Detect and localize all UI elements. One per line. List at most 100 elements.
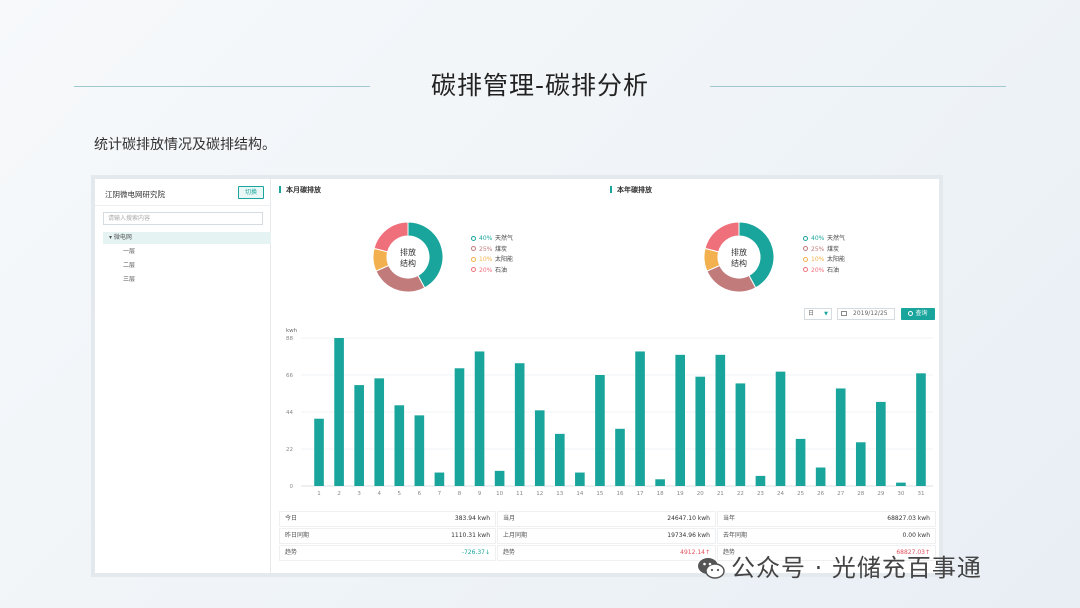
stat-yesterday-same: 昨日同期 1110.31 kwh [279,528,496,544]
legend-dot-icon [471,256,476,262]
year-donut-center-label-1: 排放 [731,247,747,257]
x-tick-label: 8 [458,491,462,496]
y-tick-label: 66 [286,373,293,379]
x-tick-label: 17 [637,491,644,496]
x-tick-label: 12 [536,491,543,496]
bar-day-19 [675,354,686,486]
x-tick-label: 31 [917,491,924,496]
bar-day-4 [374,378,385,486]
x-tick-label: 7 [438,491,442,496]
stat-month: 当月 24647.10 kwh [497,511,716,527]
query-button[interactable]: 查询 [901,308,935,320]
x-tick-label: 15 [596,491,603,496]
slide-subtitle: 统计碳排放情况及碳排结构。 [94,137,276,153]
x-tick-label: 25 [797,491,804,496]
period-select[interactable]: 日 ▼ [804,308,832,320]
switch-button[interactable]: 切换 [238,186,264,199]
bar-day-26 [815,467,826,486]
bar-day-10 [494,470,505,486]
x-tick-label: 26 [817,491,824,496]
month-structure-donut: 排放 结构 [372,221,444,293]
x-tick-label: 24 [777,491,784,496]
tree-item-floor-1[interactable]: 一层 [123,246,135,258]
bar-day-11 [514,363,525,486]
tree-item-root[interactable]: ▾ 微电网 [103,232,271,244]
bar-day-28 [855,442,866,486]
x-tick-label: 13 [556,491,563,496]
legend-dot-icon [471,246,476,251]
x-tick-label: 20 [697,491,704,496]
month-donut-slice-1 [375,264,426,293]
left-divider [95,205,271,206]
period-select-value: 日 [808,310,815,317]
stat-last-year: 去年同期 0.00 kwh [717,528,936,544]
bar-day-22 [735,383,746,486]
x-tick-label: 9 [478,491,482,496]
bar-day-12 [534,410,545,486]
watermark-text: 公众号 · 光储充百事通 [731,554,982,582]
stat-year: 当年 68827.03 kwh [717,511,936,527]
x-tick-label: 18 [657,491,664,496]
x-tick-label: 23 [757,491,764,496]
year-structure-legend: 40% 天然气 25% 煤炭 10% 太阳能 20% 石油 [803,234,845,276]
y-tick-label: 44 [286,410,293,416]
calendar-icon [841,310,847,316]
x-tick-label: 1 [317,491,321,496]
bar-day-18 [655,479,665,486]
bar-day-30 [896,482,906,486]
left-panel: 江阴微电网研究院 切换 请输入搜索内容 ▾ 微电网 一层 二层 三层 [95,179,271,573]
year-structure-donut: 排放 结构 [703,221,775,293]
x-tick-label: 30 [897,491,904,496]
bar-day-31 [916,373,926,486]
date-picker[interactable]: 2019/12/25 [837,308,895,320]
bar-day-17 [635,351,645,486]
bar-day-29 [876,401,886,486]
bar-day-21 [715,354,726,486]
x-tick-label: 10 [496,491,503,496]
query-label: 查询 [915,310,928,317]
x-tick-label: 2 [337,491,341,496]
x-tick-label: 22 [737,491,744,496]
month-donut-center-label-2: 结构 [400,258,416,268]
search-input[interactable]: 请输入搜索内容 [103,212,263,225]
bar-day-8 [454,368,465,486]
tree-item-floor-3[interactable]: 三层 [123,274,135,286]
chevron-down-icon: ▼ [824,311,828,317]
x-tick-label: 14 [576,491,583,496]
legend-dot-icon [803,267,808,272]
x-tick-label: 28 [857,491,864,496]
tree-item-floor-2[interactable]: 二层 [123,260,135,272]
x-tick-label: 21 [717,491,724,496]
legend-item: 10% 太阳能 [471,255,513,266]
slide-title-row: 碳排管理-碳排分析 [74,68,1006,104]
bar-day-24 [775,371,786,486]
watermark: 公众号 · 光储充百事通 [697,548,982,583]
x-tick-label: 4 [377,491,381,496]
x-tick-label: 11 [516,491,523,496]
legend-dot-icon [803,246,808,251]
stat-day-trend: 趋势 -726.37↓ [279,545,496,561]
date-value: 2019/12/25 [853,310,888,317]
legend-item: 40% 天然气 [471,234,513,245]
bar-day-27 [835,388,846,486]
x-tick-label: 16 [617,491,624,496]
stat-last-month: 上月同期 19734.96 kwh [497,528,716,544]
bar-day-16 [615,428,625,486]
legend-dot-icon [471,235,476,241]
legend-item: 25% 煤炭 [471,245,513,256]
y-tick-label: 22 [286,447,293,453]
x-tick-label: 19 [677,491,684,496]
bar-day-2 [334,338,344,486]
wechat-icon [698,558,725,579]
x-tick-label: 27 [837,491,844,496]
bar-day-20 [695,376,706,486]
bar-day-15 [595,375,605,486]
legend-item: 40% 天然气 [803,234,845,245]
legend-dot-icon [803,235,808,241]
bar-day-13 [554,433,565,486]
x-tick-label: 3 [357,491,361,496]
org-name: 江阴微电网研究院 [105,190,165,199]
bar-day-6 [414,415,425,486]
month-structure-legend: 40% 天然气 25% 煤炭 10% 太阳能 20% 石油 [471,234,513,276]
legend-item: 20% 石油 [803,266,845,277]
